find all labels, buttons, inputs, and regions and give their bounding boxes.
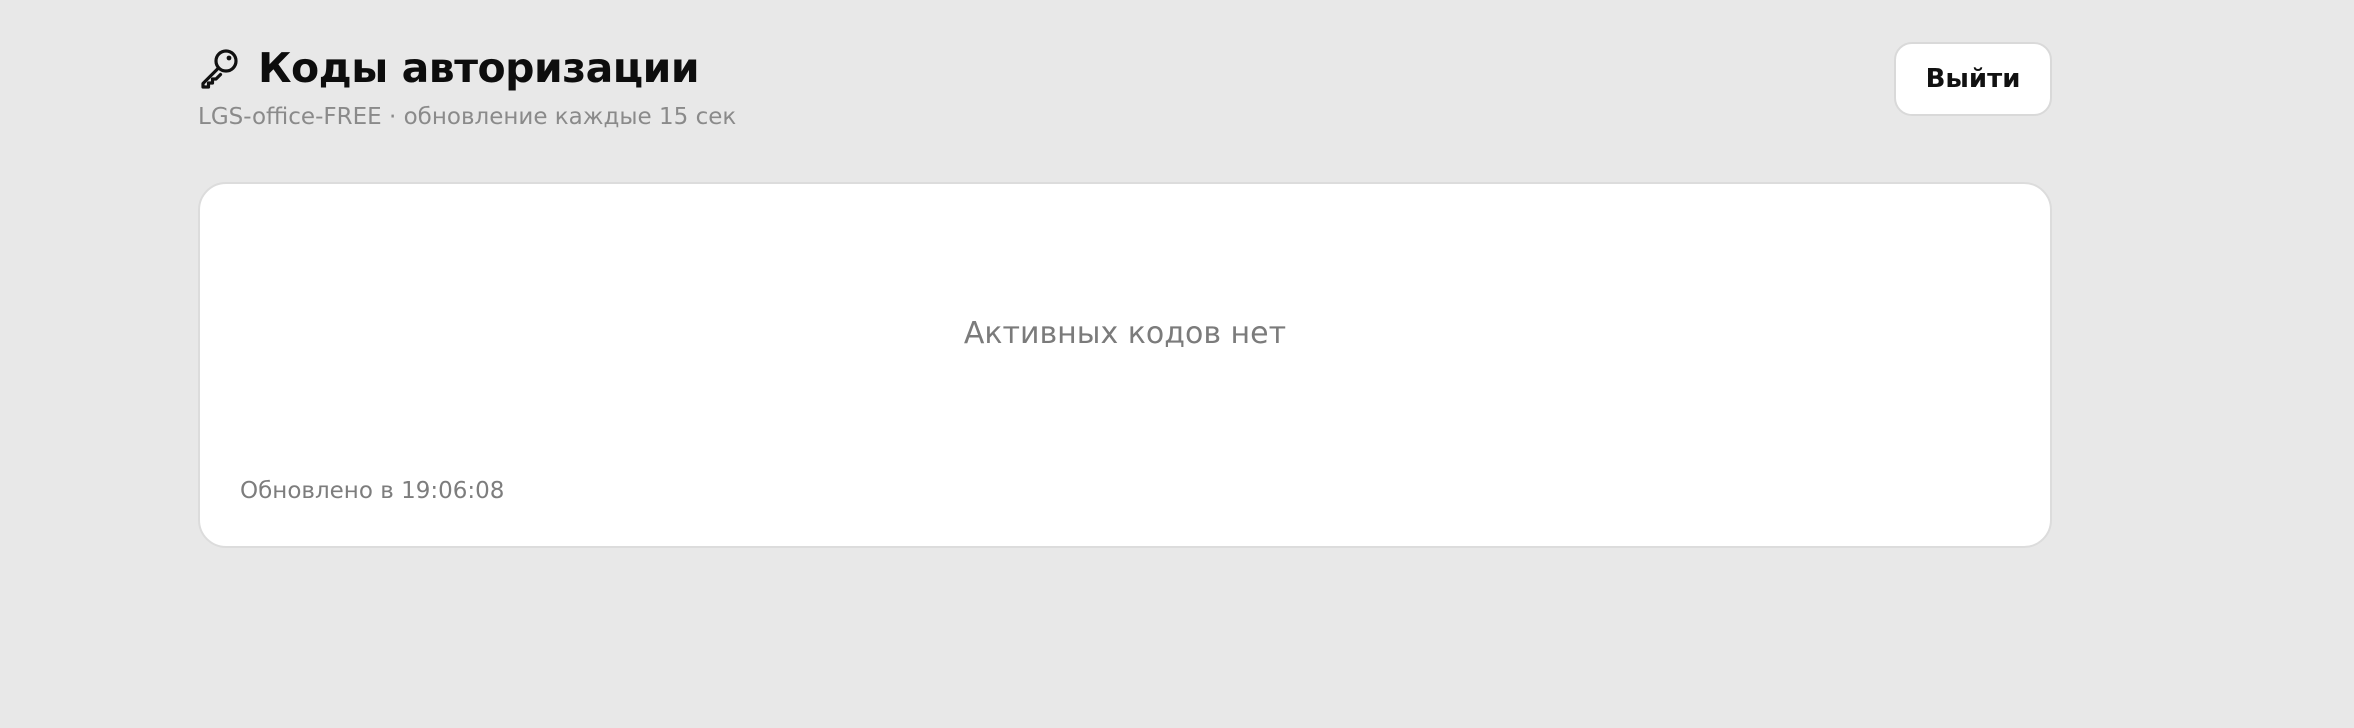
page-subtitle: LGS-office-FREE · обновление каждые 15 с…	[198, 104, 737, 130]
last-updated-timestamp: Обновлено в 19:06:08	[240, 478, 505, 504]
logout-button[interactable]: Выйти	[1894, 42, 2052, 116]
empty-state-message: Активных кодов нет	[963, 316, 1287, 351]
key-icon	[198, 46, 242, 90]
page-header: Коды авторизации LGS-office-FREE · обнов…	[198, 42, 2054, 142]
title-row: Коды авторизации	[198, 42, 2054, 94]
codes-panel: Активных кодов нет Обновлено в 19:06:08	[198, 182, 2052, 548]
page-title: Коды авторизации	[258, 44, 700, 92]
